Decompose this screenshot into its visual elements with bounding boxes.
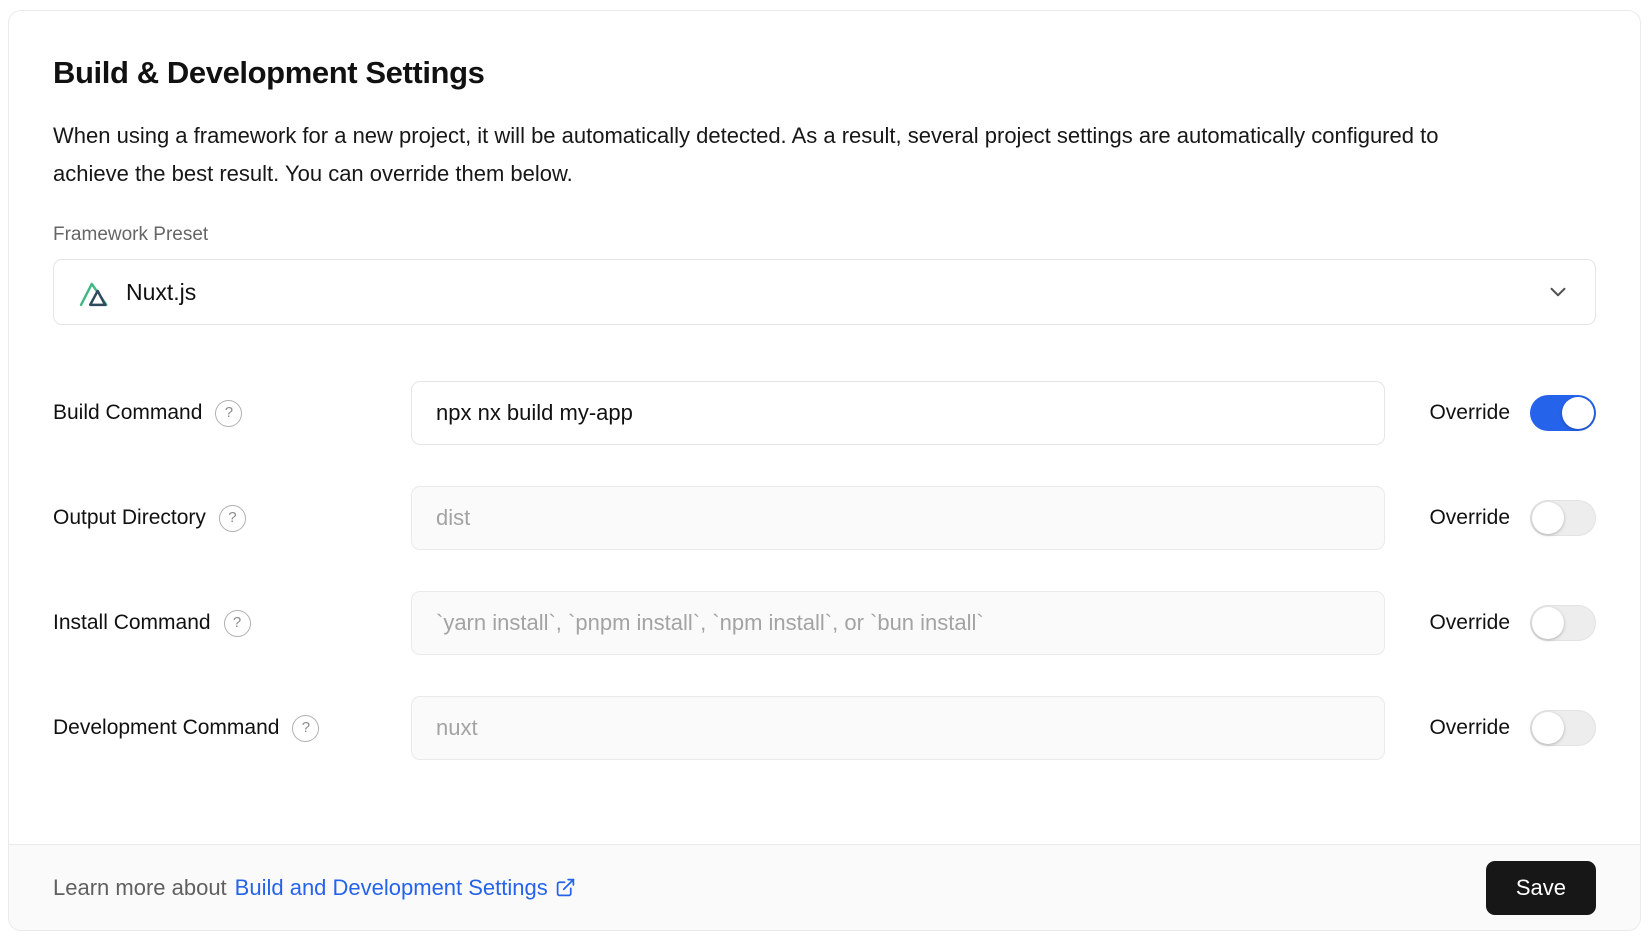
override-label: Override (1429, 716, 1510, 740)
install-command-label: Install Command (53, 611, 211, 635)
install-command-input[interactable] (411, 591, 1385, 655)
framework-selected-option: Nuxt.js (78, 277, 196, 307)
output-directory-input[interactable] (411, 486, 1385, 550)
row-label-group: Build Command ? (53, 400, 411, 427)
override-label: Override (1429, 506, 1510, 530)
help-circle-icon[interactable]: ? (215, 400, 242, 427)
override-group: Override (1429, 710, 1596, 746)
nuxt-logo-icon (78, 277, 112, 307)
card-content: Build & Development Settings When using … (9, 11, 1640, 760)
section-description: When using a framework for a new project… (53, 117, 1453, 193)
build-settings-link-text: Build and Development Settings (235, 875, 548, 901)
toggle-knob (1562, 397, 1594, 429)
build-command-row: Build Command ? Override (53, 381, 1596, 445)
build-settings-card: Build & Development Settings When using … (8, 10, 1641, 931)
output-directory-row: Output Directory ? Override (53, 486, 1596, 550)
learn-more-text: Learn more about Build and Development S… (53, 875, 576, 901)
toggle-knob (1532, 502, 1564, 534)
override-group: Override (1429, 500, 1596, 536)
development-command-input[interactable] (411, 696, 1385, 760)
override-toggle-build-command[interactable] (1530, 395, 1596, 431)
chevron-down-icon (1545, 279, 1571, 305)
toggle-knob (1532, 607, 1564, 639)
build-command-label: Build Command (53, 401, 202, 425)
override-toggle-install-command[interactable] (1530, 605, 1596, 641)
row-label-group: Install Command ? (53, 610, 411, 637)
framework-selected-value: Nuxt.js (126, 279, 196, 306)
card-footer: Learn more about Build and Development S… (9, 844, 1640, 930)
toggle-knob (1532, 712, 1564, 744)
framework-preset-select[interactable]: Nuxt.js (53, 259, 1596, 325)
override-group: Override (1429, 395, 1596, 431)
build-command-input[interactable] (411, 381, 1385, 445)
install-command-row: Install Command ? Override (53, 591, 1596, 655)
row-label-group: Output Directory ? (53, 505, 411, 532)
learn-more-prefix: Learn more about (53, 875, 227, 901)
override-toggle-development-command[interactable] (1530, 710, 1596, 746)
help-circle-icon[interactable]: ? (219, 505, 246, 532)
framework-preset-label: Framework Preset (53, 223, 1596, 247)
page-title: Build & Development Settings (53, 55, 1596, 91)
settings-rows: Build Command ? Override Output Director… (53, 381, 1596, 760)
row-label-group: Development Command ? (53, 715, 411, 742)
output-directory-label: Output Directory (53, 506, 206, 530)
development-command-label: Development Command (53, 716, 279, 740)
save-button[interactable]: Save (1486, 861, 1596, 915)
build-settings-link[interactable]: Build and Development Settings (235, 875, 576, 901)
override-toggle-output-directory[interactable] (1530, 500, 1596, 536)
override-label: Override (1429, 611, 1510, 635)
external-link-icon (555, 877, 576, 898)
help-circle-icon[interactable]: ? (224, 610, 251, 637)
development-command-row: Development Command ? Override (53, 696, 1596, 760)
help-circle-icon[interactable]: ? (292, 715, 319, 742)
override-group: Override (1429, 605, 1596, 641)
override-label: Override (1429, 401, 1510, 425)
